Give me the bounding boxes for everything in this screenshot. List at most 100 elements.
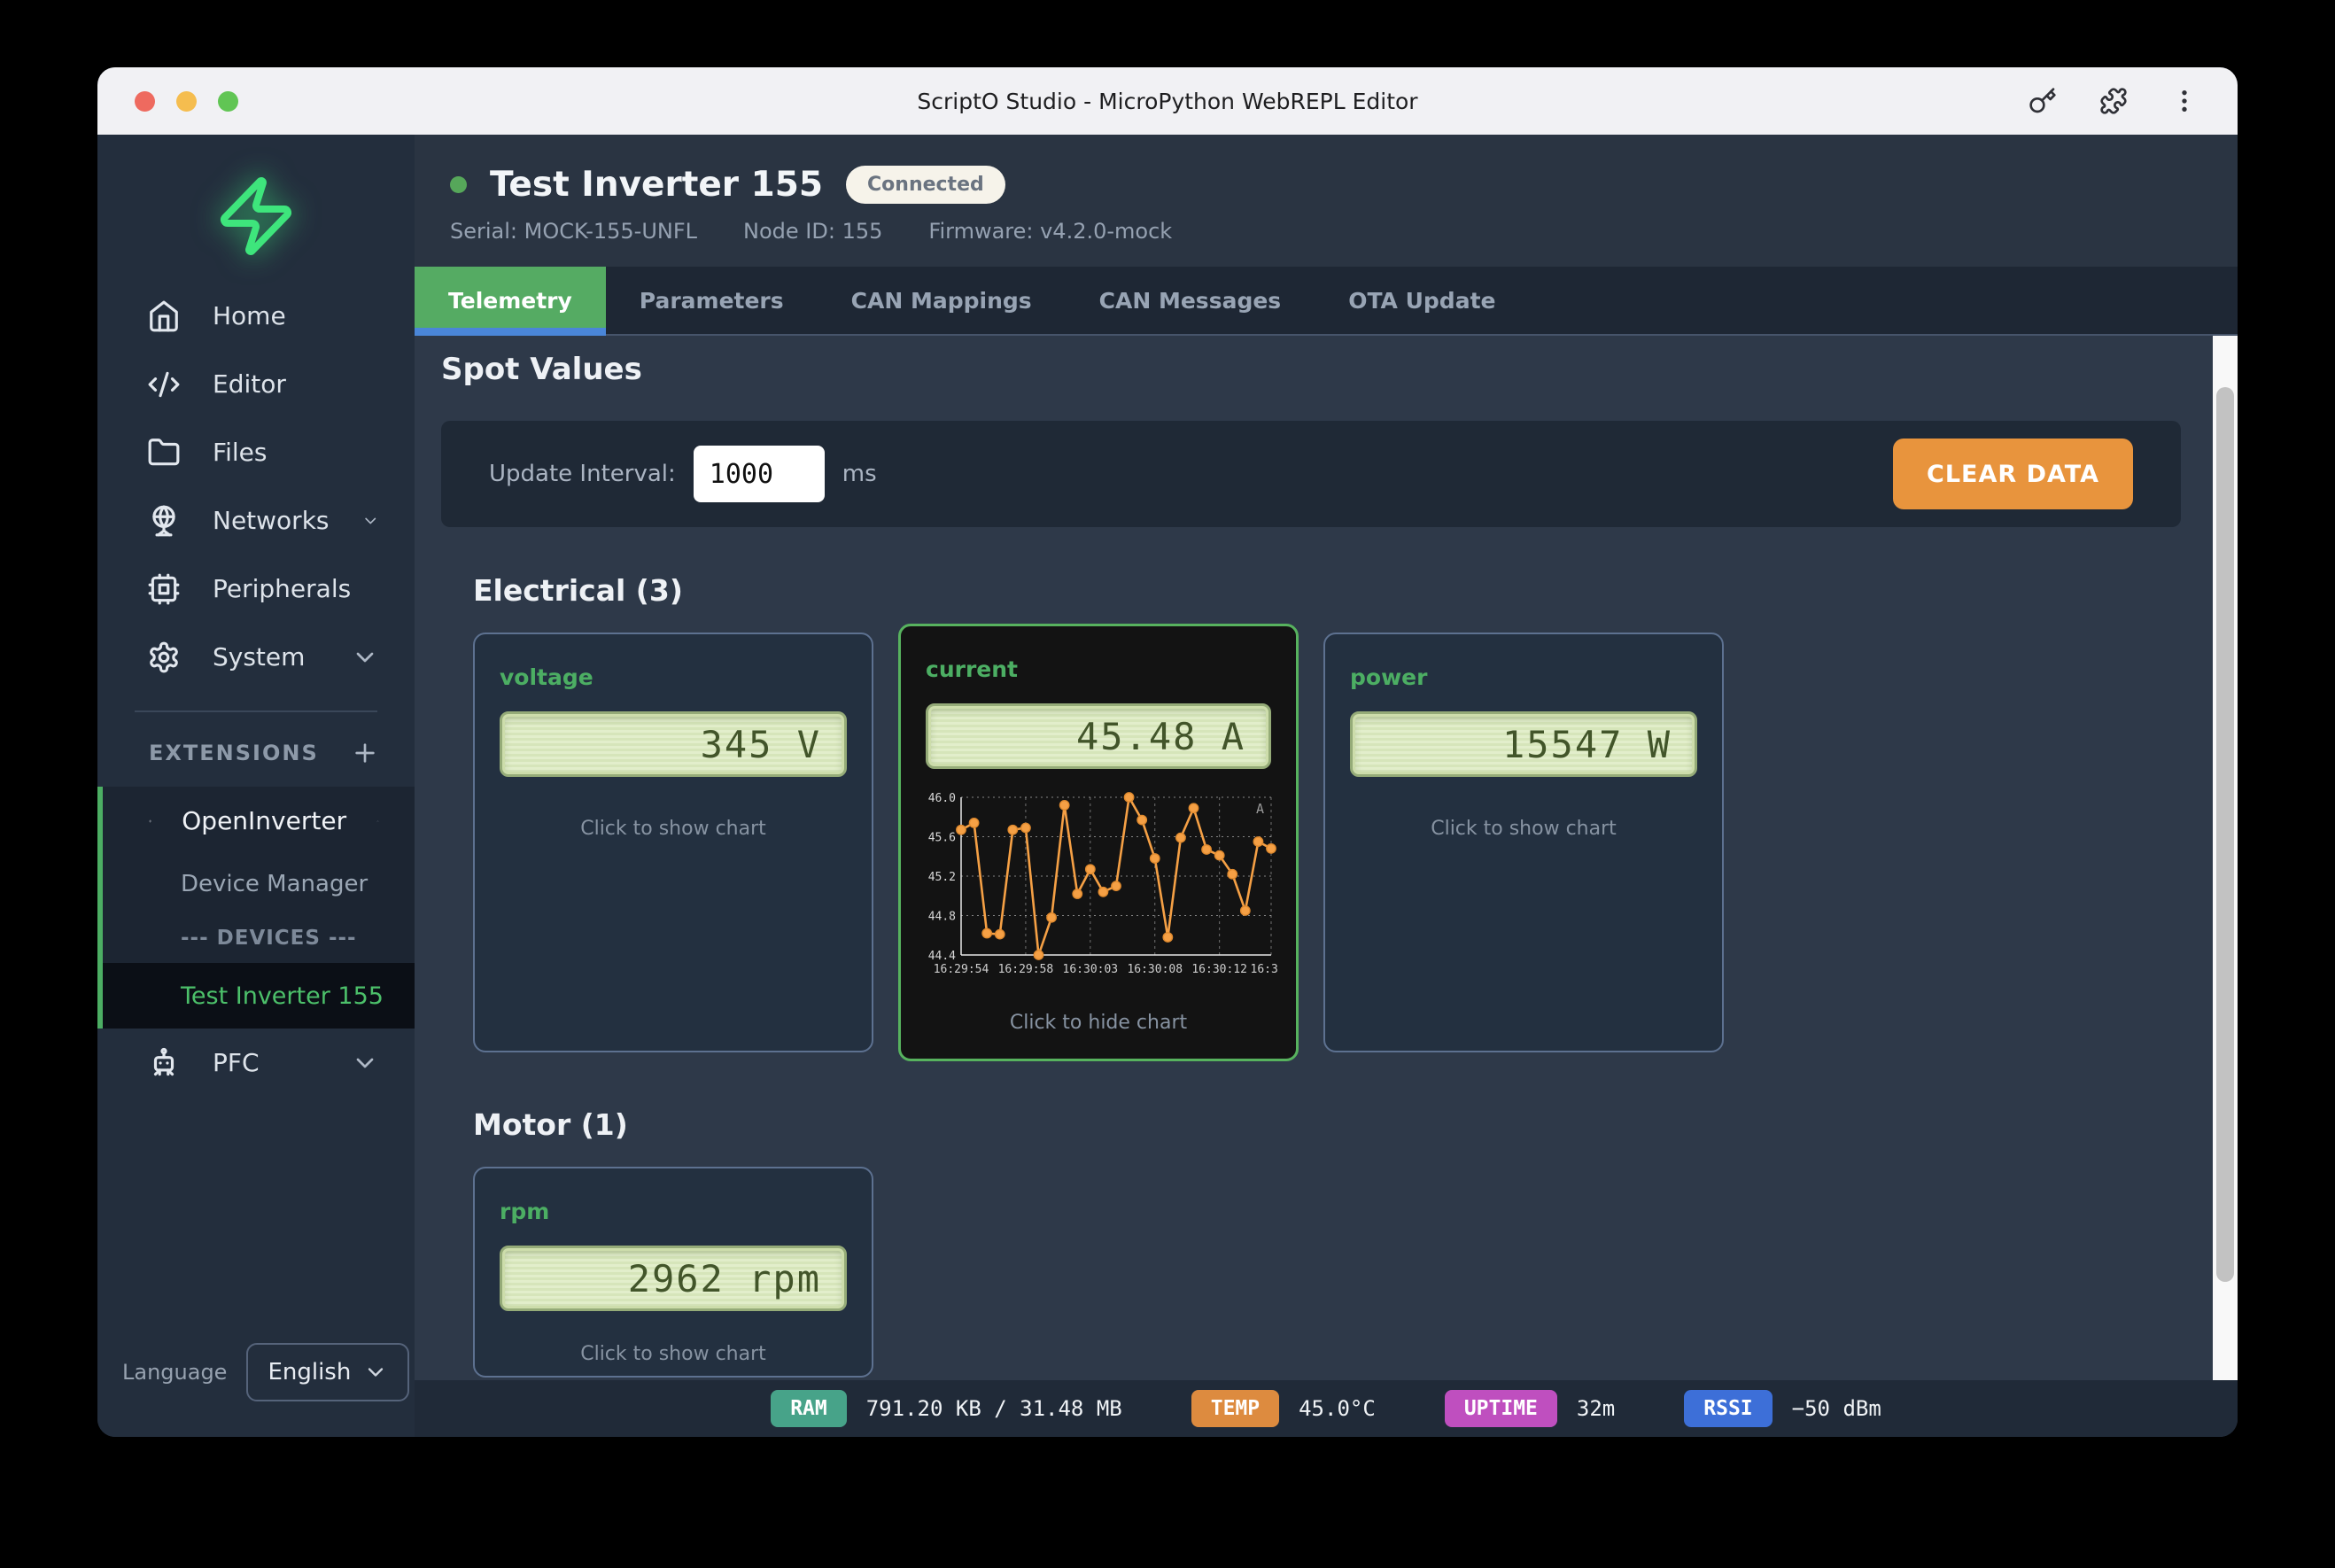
group-motor: Motor (1) rpm 2962 rpm Click to show cha… bbox=[473, 1107, 2211, 1378]
gear-icon bbox=[147, 640, 181, 674]
rssi-badge: RSSI bbox=[1684, 1390, 1772, 1427]
clear-data-button[interactable]: CLEAR DATA bbox=[1893, 439, 2133, 509]
spot-card-power[interactable]: power 15547 W Click to show chart bbox=[1323, 633, 1724, 1052]
spot-card-name: current bbox=[926, 656, 1271, 682]
rssi-value: −50 dBm bbox=[1792, 1396, 1881, 1421]
svg-text:44.4: 44.4 bbox=[928, 950, 956, 963]
lightning-icon bbox=[149, 805, 151, 837]
spot-card-voltage[interactable]: voltage 345 V Click to show chart bbox=[473, 633, 873, 1052]
tab-telemetry[interactable]: Telemetry bbox=[415, 267, 606, 334]
network-globe-icon bbox=[147, 504, 181, 538]
status-rssi: RSSI −50 dBm bbox=[1684, 1390, 1881, 1427]
tab-can-messages[interactable]: CAN Messages bbox=[1066, 267, 1315, 334]
home-icon bbox=[147, 299, 181, 333]
lcd-display: 45.48 A bbox=[926, 703, 1271, 769]
openinverter-section: OpenInverter Device Manager --- DEVICES … bbox=[97, 787, 415, 1029]
spot-card-hint: Click to show chart bbox=[500, 1343, 847, 1365]
extensions-icon[interactable] bbox=[2099, 87, 2128, 115]
device-serial: Serial: MOCK-155-UNFL bbox=[450, 219, 697, 244]
page-title: Spot Values bbox=[441, 352, 2211, 387]
svg-text:16:30:08: 16:30:08 bbox=[1127, 963, 1183, 976]
uptime-badge: UPTIME bbox=[1445, 1390, 1557, 1427]
scrollbar-track[interactable] bbox=[2213, 336, 2238, 1380]
device-firmware: Firmware: v4.2.0-mock bbox=[928, 219, 1172, 244]
update-interval-panel: Update Interval: ms CLEAR DATA bbox=[441, 421, 2181, 527]
code-icon bbox=[147, 368, 181, 401]
add-extension-icon[interactable] bbox=[351, 739, 379, 767]
app-logo-lightning-icon bbox=[213, 174, 299, 259]
sidebar-item-label: Home bbox=[213, 301, 286, 330]
sidebar-item-openinverter[interactable]: OpenInverter bbox=[103, 787, 415, 855]
scrollbar-thumb[interactable] bbox=[2216, 387, 2234, 1282]
chevron-down-icon bbox=[351, 643, 379, 671]
status-uptime: UPTIME 32m bbox=[1445, 1390, 1615, 1427]
window-title: ScriptO Studio - MicroPython WebREPL Edi… bbox=[97, 89, 2238, 114]
chevron-down-icon bbox=[361, 507, 380, 535]
sidebar-item-label: Files bbox=[213, 438, 267, 467]
spot-card-name: power bbox=[1350, 664, 1697, 690]
language-value: English bbox=[268, 1359, 351, 1386]
status-ram: RAM 791.20 KB / 31.48 MB bbox=[771, 1390, 1122, 1427]
lcd-display: 345 V bbox=[500, 711, 847, 777]
connection-status-dot bbox=[450, 176, 467, 193]
device-manager-label: Device Manager bbox=[181, 871, 368, 897]
tab-parameters[interactable]: Parameters bbox=[606, 267, 818, 334]
sidebar-item-label: Networks bbox=[213, 506, 330, 535]
sidebar-item-system[interactable]: System bbox=[97, 623, 415, 691]
svg-text:16:30:12: 16:30:12 bbox=[1191, 963, 1247, 976]
folder-icon bbox=[147, 436, 181, 470]
devices-divider: --- DEVICES --- bbox=[103, 913, 415, 963]
spot-card-name: rpm bbox=[500, 1199, 847, 1224]
statusbar: RAM 791.20 KB / 31.48 MB TEMP 45.0°C UPT… bbox=[415, 1380, 2238, 1437]
chevron-down-icon bbox=[351, 1049, 379, 1077]
spot-card-current[interactable]: current 45.48 A 44.444.845.245.646.016:2… bbox=[898, 624, 1299, 1061]
close-window-button[interactable] bbox=[135, 91, 155, 112]
sidebar-item-label: System bbox=[213, 642, 305, 671]
extensions-header: EXTENSIONS bbox=[97, 732, 415, 774]
language-label: Language bbox=[122, 1360, 227, 1385]
group-electrical: Electrical (3) voltage 345 V Click to sh… bbox=[473, 573, 2211, 1061]
key-icon[interactable] bbox=[2029, 87, 2057, 115]
lcd-display: 15547 W bbox=[1350, 711, 1697, 777]
tab-ota-update[interactable]: OTA Update bbox=[1315, 267, 1529, 334]
zoom-window-button[interactable] bbox=[218, 91, 238, 112]
traffic-lights bbox=[135, 91, 238, 112]
sidebar-item-label: Peripherals bbox=[213, 574, 351, 603]
sidebar-item-editor[interactable]: Editor bbox=[97, 350, 415, 418]
current-chart: 44.444.845.245.646.016:29:5416:29:5816:3… bbox=[926, 785, 1271, 999]
ram-badge: RAM bbox=[771, 1390, 847, 1427]
sidebar-item-peripherals[interactable]: Peripherals bbox=[97, 555, 415, 623]
svg-text:45.6: 45.6 bbox=[928, 832, 956, 845]
devices-divider-label: --- DEVICES --- bbox=[181, 927, 357, 950]
group-title: Motor (1) bbox=[473, 1107, 2211, 1142]
spot-card-hint: Click to show chart bbox=[1350, 818, 1697, 840]
device-node-id: Node ID: 155 bbox=[743, 219, 882, 244]
chip-icon bbox=[147, 572, 181, 606]
sidebar-item-label: Editor bbox=[213, 369, 286, 399]
app-window: ScriptO Studio - MicroPython WebREPL Edi… bbox=[97, 67, 2238, 1437]
update-interval-input[interactable] bbox=[694, 446, 825, 502]
sidebar-item-device-manager[interactable]: Device Manager bbox=[103, 855, 415, 913]
tab-can-mappings[interactable]: CAN Mappings bbox=[818, 267, 1066, 334]
sidebar-item-home[interactable]: Home bbox=[97, 282, 415, 350]
sidebar-item-label: OpenInverter bbox=[182, 806, 346, 835]
device-name: Test Inverter 155 bbox=[490, 165, 823, 205]
minimize-window-button[interactable] bbox=[176, 91, 197, 112]
device-header: Test Inverter 155 Connected Serial: MOCK… bbox=[415, 135, 2238, 267]
status-temp: TEMP 45.0°C bbox=[1191, 1390, 1376, 1427]
language-select[interactable]: English bbox=[246, 1343, 409, 1401]
spot-card-hint: Click to hide chart bbox=[926, 1012, 1271, 1034]
extensions-header-label: EXTENSIONS bbox=[149, 741, 319, 765]
chevron-up-icon bbox=[376, 807, 379, 835]
sidebar-item-networks[interactable]: Networks bbox=[97, 486, 415, 555]
sidebar-item-test-inverter-155[interactable]: Test Inverter 155 bbox=[103, 963, 415, 1029]
spot-card-rpm[interactable]: rpm 2962 rpm Click to show chart bbox=[473, 1167, 873, 1378]
connected-badge: Connected bbox=[846, 166, 1005, 204]
menu-kebab-icon[interactable] bbox=[2170, 87, 2199, 115]
update-interval-label: Update Interval: bbox=[489, 461, 676, 487]
svg-text:16:30:: 16:30: bbox=[1251, 963, 1278, 976]
svg-text:44.8: 44.8 bbox=[928, 911, 956, 924]
svg-text:45.2: 45.2 bbox=[928, 871, 956, 884]
sidebar-item-files[interactable]: Files bbox=[97, 418, 415, 486]
sidebar-item-pfc[interactable]: PFC bbox=[97, 1029, 415, 1097]
